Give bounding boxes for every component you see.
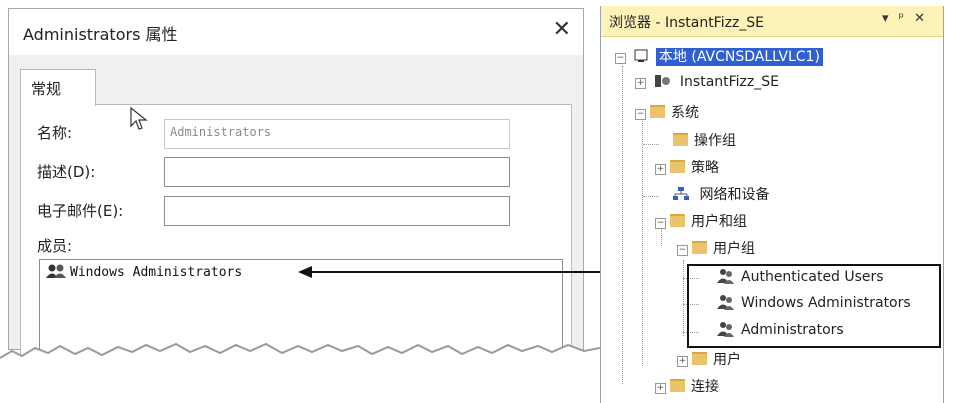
close-icon[interactable]: ✕ (914, 11, 935, 26)
close-icon[interactable]: ✕ (553, 17, 571, 42)
tree-line (643, 144, 659, 145)
email-field[interactable] (164, 196, 510, 226)
tree-node-label: Windows Administrators (741, 295, 911, 311)
group-icon (717, 294, 735, 314)
tree-node-label: 连接 (691, 379, 719, 395)
tree-node-label: 用户组 (713, 241, 755, 257)
properties-dialog: Administrators 属性 ✕ 常规 名称: Administrator… (8, 8, 584, 371)
tree-node-system[interactable]: − 系统 (635, 102, 699, 124)
tree-node-label: InstantFizz_SE (679, 74, 779, 90)
group-icon (46, 263, 68, 283)
explorer-title-bar: 浏览器 - InstantFizz_SE ▾ᵖ✕ (601, 6, 943, 37)
collapse-icon[interactable]: − (635, 109, 646, 120)
tree-node-policy[interactable]: + 策略 (655, 157, 719, 179)
expand-icon[interactable]: + (677, 356, 688, 367)
tab-general[interactable]: 常规 (20, 69, 96, 106)
dialog-title-bar: Administrators 属性 ✕ (9, 9, 583, 55)
name-field: Administrators (164, 119, 510, 149)
application-icon (654, 74, 679, 90)
name-label: 名称: (37, 124, 73, 142)
tree-line (683, 260, 684, 336)
tree-node-root[interactable]: − 本地 (AVCNSDALLVLC1) (615, 46, 823, 68)
tree-node-instantfizz[interactable]: + InstantFizz_SE (635, 74, 779, 96)
dialog-title: Administrators 属性 (23, 25, 178, 44)
tree-node-user-groups[interactable]: − 用户组 (677, 238, 755, 260)
folder-icon (673, 133, 688, 146)
folder-icon (670, 160, 685, 173)
tree-line (643, 196, 659, 197)
tree-node-root-label: 本地 (AVCNSDALLVLC1) (655, 48, 823, 66)
tree-node-label: 策略 (691, 160, 719, 176)
member-name: Windows Administrators (70, 265, 243, 280)
description-field[interactable] (164, 157, 510, 187)
mouse-cursor-icon (130, 106, 148, 130)
tree-node-authenticated-users[interactable]: Authenticated Users (717, 268, 884, 290)
tree-node-label: Authenticated Users (741, 269, 884, 285)
tree-node-network-devices[interactable]: 网络和设备 (673, 184, 769, 206)
explorer-title: 浏览器 - InstantFizz_SE (609, 15, 765, 31)
email-label: 电子邮件(E): (37, 202, 124, 220)
tree-node-label: 网络和设备 (699, 187, 770, 203)
name-value: Administrators (170, 125, 272, 139)
folder-icon (650, 105, 665, 118)
folder-icon (692, 241, 707, 254)
tree-node-label: 系统 (671, 105, 699, 121)
tree-line (622, 66, 623, 384)
tree-node-users[interactable]: + 用户 (677, 349, 741, 371)
pin-icon[interactable]: ᵖ (899, 11, 915, 26)
tree-node-connections[interactable]: + 连接 (655, 376, 719, 398)
members-label: 成员: (37, 237, 73, 255)
computer-icon (634, 49, 655, 65)
tree-line (642, 118, 643, 366)
tree-node-operation-group[interactable]: 操作组 (673, 130, 736, 152)
tree-node-label: 操作组 (694, 133, 736, 149)
torn-edge-decoration (0, 342, 600, 403)
collapse-icon[interactable]: − (615, 53, 626, 64)
network-icon (673, 187, 699, 203)
explorer-panel: 浏览器 - InstantFizz_SE ▾ᵖ✕ − 本地 (AVCNSDALL… (600, 6, 944, 403)
list-item[interactable]: Windows Administrators (46, 263, 242, 283)
tree-node-label: 用户和组 (691, 214, 747, 230)
tree-node-label: Administrators (741, 322, 844, 338)
dropdown-icon[interactable]: ▾ (882, 11, 899, 26)
tree-node-administrators[interactable]: Administrators (717, 321, 844, 343)
group-icon (717, 268, 735, 288)
tree-node-windows-administrators[interactable]: Windows Administrators (717, 294, 911, 316)
collapse-icon[interactable]: − (677, 245, 688, 256)
expand-icon[interactable]: + (655, 383, 666, 394)
expand-icon[interactable]: + (635, 78, 646, 89)
tree-node-label: 用户 (713, 352, 741, 368)
folder-icon (670, 379, 685, 392)
group-icon (717, 321, 735, 341)
tab-general-label: 常规 (31, 80, 62, 98)
folder-icon (670, 214, 685, 227)
window-controls: ▾ᵖ✕ (882, 11, 935, 26)
tree-node-users-groups[interactable]: − 用户和组 (655, 211, 747, 233)
description-label: 描述(D): (37, 163, 96, 181)
expand-icon[interactable]: + (655, 164, 666, 175)
folder-icon (692, 352, 707, 365)
collapse-icon[interactable]: − (655, 218, 666, 229)
